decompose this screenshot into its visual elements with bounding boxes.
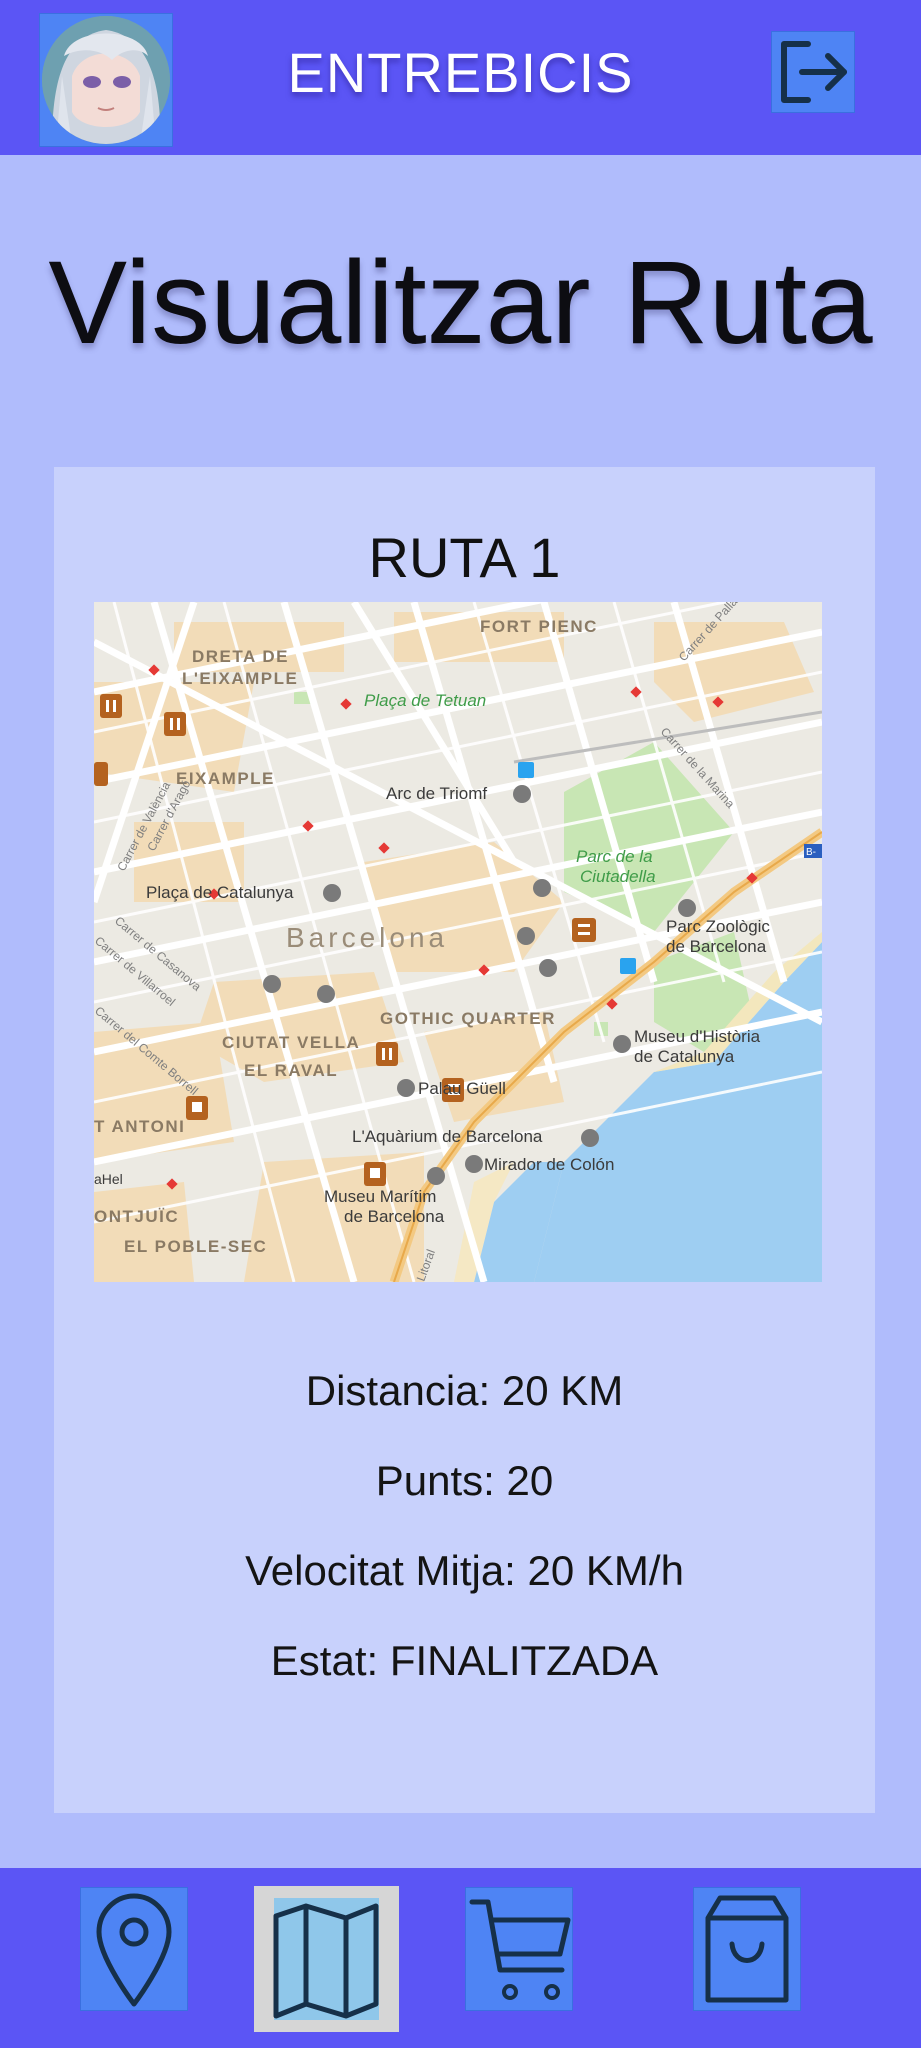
map-icon — [273, 1903, 379, 2019]
shopping-bag-icon — [705, 1895, 789, 2003]
map-label: CIUTAT VELLA — [222, 1033, 360, 1052]
map-label: Plaça de Catalunya — [146, 883, 294, 902]
map-label: ONTJUÏC — [94, 1207, 179, 1226]
map-label: Parc Zoològic — [666, 917, 770, 936]
map-label: GOTHIC QUARTER — [380, 1009, 556, 1028]
route-map[interactable]: FORT PIENC DRETA DE L'EIXAMPLE EIXAMPLE … — [94, 602, 822, 1282]
map-label: de Barcelona — [344, 1207, 445, 1226]
map-label: T ANTONI — [94, 1117, 185, 1136]
logout-icon — [781, 41, 847, 103]
location-pin-icon — [96, 1893, 172, 2007]
map-label: Palau Güell — [418, 1079, 506, 1098]
route-avg-speed: Velocitat Mitja: 20 KM/h — [245, 1547, 684, 1594]
map-label: Parc de la — [576, 847, 653, 866]
map-label: de Barcelona — [666, 937, 767, 956]
map-label: DRETA DE — [192, 647, 289, 666]
route-status: Estat: FINALITZADA — [270, 1637, 659, 1684]
map-label: de Catalunya — [634, 1047, 735, 1066]
map-label: L'EIXAMPLE — [182, 669, 298, 688]
map-label: EL POBLE-SEC — [124, 1237, 267, 1256]
map-label: Mirador de Colón — [484, 1155, 614, 1174]
map-label: Arc de Triomf — [386, 784, 487, 803]
shopping-cart-icon — [469, 1899, 571, 2000]
route-card: RUTA 1 FORT PIENC DRETA DE L'EIXAMPLE EI… — [54, 467, 875, 1813]
nav-routes-button[interactable] — [80, 1887, 188, 2011]
map-label: Museu d'Història — [634, 1027, 761, 1046]
page-title: Visualitzar Ruta — [48, 237, 873, 369]
map-label: EL RAVAL — [244, 1061, 338, 1080]
map-label: B- — [806, 847, 816, 858]
map-label: aHel — [94, 1171, 123, 1187]
map-label: FORT PIENC — [480, 617, 598, 636]
map-label: L'Aquàrium de Barcelona — [352, 1127, 543, 1146]
bottom-navigation — [0, 1868, 921, 2048]
nav-bag-button[interactable] — [693, 1887, 801, 2011]
map-label: Museu Marítim — [324, 1187, 436, 1206]
route-name: RUTA 1 — [368, 526, 561, 589]
route-distance: Distancia: 20 KM — [305, 1367, 624, 1414]
route-points: Punts: 20 — [375, 1457, 554, 1504]
map-label: Plaça de Tetuan — [364, 691, 486, 710]
map-label: Barcelona — [286, 922, 448, 953]
map-label: Ciutadella — [580, 867, 656, 886]
nav-map-button[interactable] — [254, 1886, 399, 2032]
top-app-bar: ENTREBICIS — [0, 0, 921, 155]
nav-cart-button[interactable] — [465, 1887, 573, 2011]
logout-button[interactable] — [771, 31, 855, 113]
